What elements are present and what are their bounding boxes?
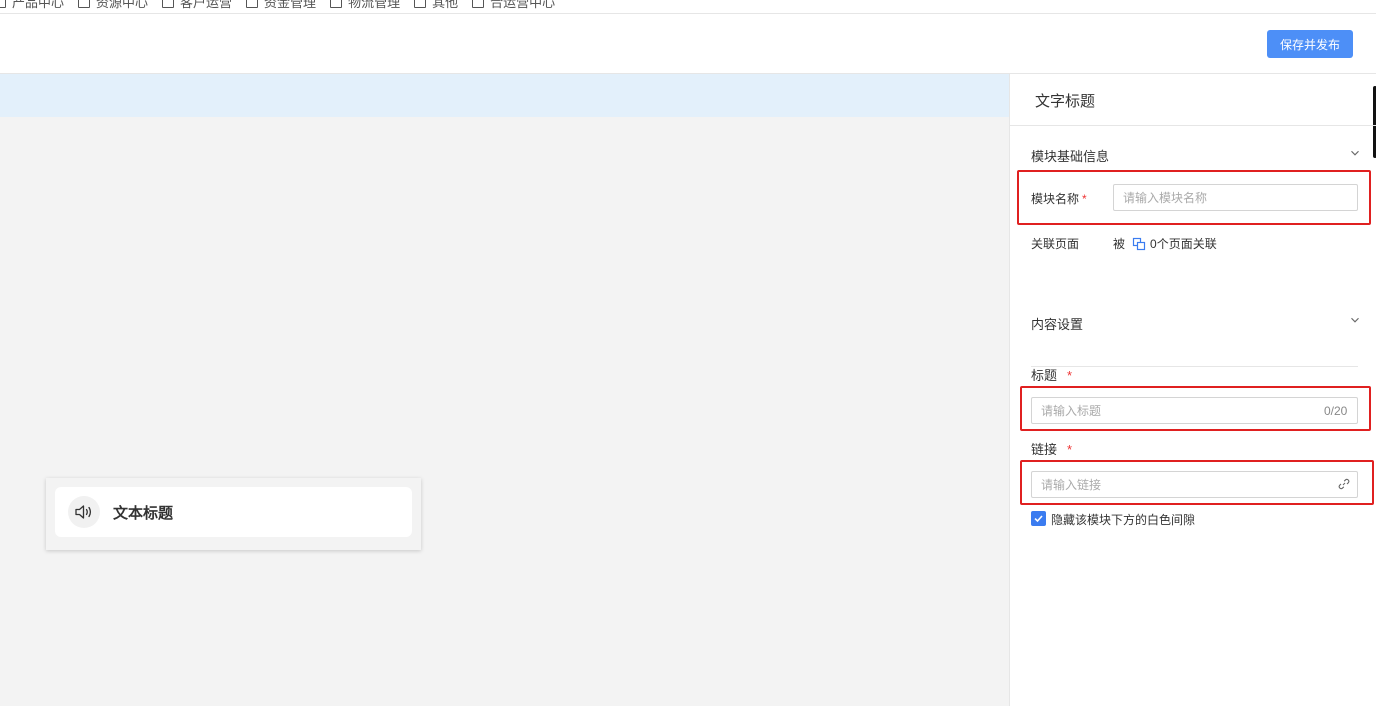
nav-box-icon [472,0,485,8]
chevron-down-icon[interactable] [1350,148,1360,158]
editor-canvas: 文本标题 [0,74,1009,706]
top-nav: 产品中心 资源中心 客户运营 资金管理 物流管理 其他 合运营中心 [0,0,1376,14]
canvas-top-strip [0,74,1009,117]
nav-item-logistics[interactable]: 物流管理 [330,0,400,11]
module-content: 文本标题 [55,487,412,537]
nav-item-customer[interactable]: 客户运营 [162,0,232,11]
module-name-input[interactable] [1113,184,1358,211]
required-mark: * [1067,368,1073,383]
nav-box-icon [246,0,259,8]
text-title-module[interactable]: 文本标题 [46,478,421,550]
panel-title: 文字标题 [1035,93,1096,110]
nav-box-icon [78,0,91,8]
title-label: 标题 * [1031,368,1073,383]
nav-item-fund[interactable]: 资金管理 [246,0,316,11]
nav-box-icon [0,0,6,8]
nav-item-ops[interactable]: 合运营中心 [472,0,555,11]
link-input[interactable] [1031,471,1358,498]
title-input[interactable] [1031,397,1358,424]
nav-item-resource[interactable]: 资源中心 [78,0,148,11]
section-divider [1031,366,1358,367]
nav-item-other[interactable]: 其他 [414,0,458,11]
hide-gap-label[interactable]: 隐藏该模块下方的白色间隙 [1051,511,1195,528]
nav-item-product[interactable]: 产品中心 [0,0,64,11]
content-settings-heading: 内容设置 [1031,317,1084,332]
nav-box-icon [162,0,175,8]
editor-header: 保存并发布 [0,14,1376,74]
module-title: 文本标题 [113,504,174,522]
nav-box-icon [414,0,427,8]
assoc-page-info: 被 0个页面关联 [1113,237,1217,251]
save-publish-button[interactable]: 保存并发布 [1267,30,1353,58]
settings-panel: 文字标题 模块基础信息 模块名称* 关联页面 被 0个页面关联 内容设置 标题*… [1009,74,1376,706]
required-mark: * [1067,442,1073,457]
title-char-counter: 0/20 [1324,404,1348,418]
copy-link-icon[interactable] [1132,237,1146,251]
module-name-label: 模块名称 * [1031,192,1087,206]
check-icon [1034,515,1043,523]
link-label: 链接 * [1031,442,1073,457]
panel-divider [1010,125,1376,126]
link-icon[interactable] [1338,478,1350,490]
hide-gap-checkbox[interactable] [1031,511,1046,526]
required-mark: * [1082,192,1087,206]
chevron-down-icon[interactable] [1350,315,1360,325]
speaker-icon [68,496,100,528]
assoc-page-label: 关联页面 [1031,237,1080,251]
basic-info-heading: 模块基础信息 [1031,149,1110,164]
nav-box-icon [330,0,343,8]
